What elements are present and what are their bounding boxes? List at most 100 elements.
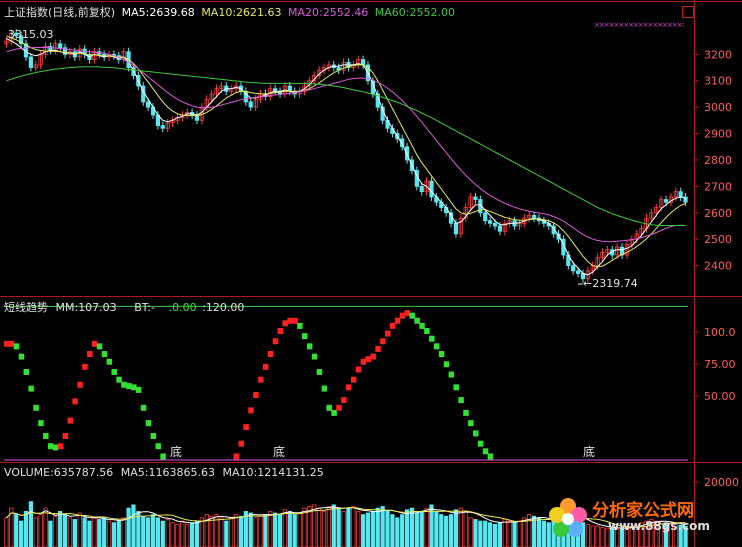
volume-bar xyxy=(233,514,239,547)
ma20-value: MA20:2552.46 xyxy=(288,6,369,19)
price-axis: 2400 2500 2600 2700 2800 2900 3000 3100 3200 xyxy=(694,48,732,273)
indicator-step xyxy=(131,384,137,391)
indicator-header: 短线趋势 MM:107.03 BT:- :0.00 :120.00 xyxy=(4,299,244,315)
volume-bar xyxy=(439,514,444,547)
volume-bar xyxy=(424,507,429,547)
volume-bar xyxy=(434,510,439,547)
indicator-step xyxy=(262,363,269,370)
indicator-step xyxy=(311,353,318,360)
indicator-step xyxy=(463,409,469,416)
window-restore-button[interactable] xyxy=(682,6,694,18)
volume-bar xyxy=(62,514,68,547)
indicator-step xyxy=(331,409,337,416)
volume-bar xyxy=(258,515,263,547)
price-tick-label: 3200 xyxy=(704,48,732,61)
indicator-step xyxy=(267,351,274,358)
indicator-step xyxy=(72,398,78,405)
volume-bar xyxy=(473,519,478,547)
ma60-value: MA60:2552.00 xyxy=(374,6,455,19)
volume-bar xyxy=(111,522,117,547)
indicator-step xyxy=(468,420,474,427)
price-tick-label: 2900 xyxy=(704,128,732,141)
indicator-step xyxy=(389,322,396,329)
indicator-step xyxy=(424,328,430,334)
watermark-logo: 分析家公式网 www.88gs.com xyxy=(548,494,738,542)
volume-bar xyxy=(541,520,546,547)
volume-bar xyxy=(4,517,9,547)
indicator-tick-label: 100.0 xyxy=(704,326,736,339)
indicator-step xyxy=(272,338,279,345)
volume-bar xyxy=(229,517,234,547)
indicator-step xyxy=(67,417,73,424)
watermark-text: 分析家公式网 xyxy=(592,501,694,521)
indicator-step xyxy=(282,320,288,327)
volume-bar xyxy=(146,517,151,547)
indicator-step xyxy=(57,443,64,450)
indicator-step xyxy=(33,404,39,411)
volume-bar xyxy=(395,517,400,547)
volume-bar xyxy=(483,520,488,547)
volume-bar xyxy=(341,510,346,547)
volume-bar xyxy=(385,510,390,547)
indicator-step xyxy=(321,385,328,392)
indicator-step xyxy=(8,340,15,347)
volume-bar xyxy=(302,507,307,547)
volume-bar xyxy=(14,514,19,547)
ma-line-ma60 xyxy=(6,66,686,226)
volume-bar xyxy=(448,514,454,547)
volume-bar xyxy=(273,512,278,547)
indicator-step xyxy=(482,448,489,455)
indicator-step xyxy=(277,328,284,334)
volume-bar xyxy=(67,517,73,547)
indicator-step xyxy=(429,335,435,342)
volume-bar xyxy=(468,517,473,547)
candle-body xyxy=(488,220,493,224)
price-tick-label: 2800 xyxy=(704,154,732,167)
indicator-step xyxy=(292,317,298,324)
volume-bar xyxy=(170,522,175,547)
indicator-plot: 50.00 75.00 100.0 xyxy=(4,305,736,461)
indicator-step xyxy=(4,340,10,347)
indicator-step xyxy=(380,338,386,345)
indicator-step xyxy=(248,407,254,414)
indicator-step xyxy=(82,363,88,370)
volume-bar xyxy=(82,517,87,547)
volume-bar xyxy=(419,510,424,547)
indicator-step xyxy=(360,358,367,365)
volume-bar xyxy=(185,523,190,547)
volume-bar xyxy=(253,517,258,547)
candle-body xyxy=(58,43,63,49)
top-line-value: :120.00 xyxy=(202,301,245,314)
volume-bar xyxy=(38,514,43,547)
volume-bar xyxy=(43,507,48,547)
volume-bar xyxy=(321,510,327,547)
indicator-tick-label: 50.00 xyxy=(704,390,736,403)
indicator-step xyxy=(258,376,264,383)
volume-bar xyxy=(224,520,229,547)
indicator-step xyxy=(150,432,157,439)
volume-bar xyxy=(155,517,161,547)
volume-bar xyxy=(463,510,468,547)
volume-header: VOLUME:635787.56 MA5:1163865.63 MA10:121… xyxy=(4,466,324,479)
price-tick-label: 3100 xyxy=(704,75,732,88)
volume-bar xyxy=(414,512,419,547)
period-selector-strip[interactable]: ×××××××××××××××××××× xyxy=(594,22,684,28)
indicator-step xyxy=(101,351,108,358)
indicator-step xyxy=(297,322,303,329)
volume-bar xyxy=(28,501,33,547)
indicator-step xyxy=(233,453,240,460)
volume-bar xyxy=(106,520,112,547)
indicator-step xyxy=(394,317,401,324)
indicator-step xyxy=(438,351,445,358)
indicator-title: 短线趋势 xyxy=(4,301,48,314)
bt-label: BT:- xyxy=(134,301,155,314)
indicator-step xyxy=(18,353,25,360)
flower-logo-icon xyxy=(549,498,587,537)
volume-bar xyxy=(165,519,170,547)
indicator-tick-label: 75.00 xyxy=(704,358,736,371)
volume-bar xyxy=(287,510,292,547)
volume-bar xyxy=(507,520,512,547)
indicator-step xyxy=(419,322,425,329)
indicator-step xyxy=(316,368,323,375)
indicator-step xyxy=(238,440,244,447)
